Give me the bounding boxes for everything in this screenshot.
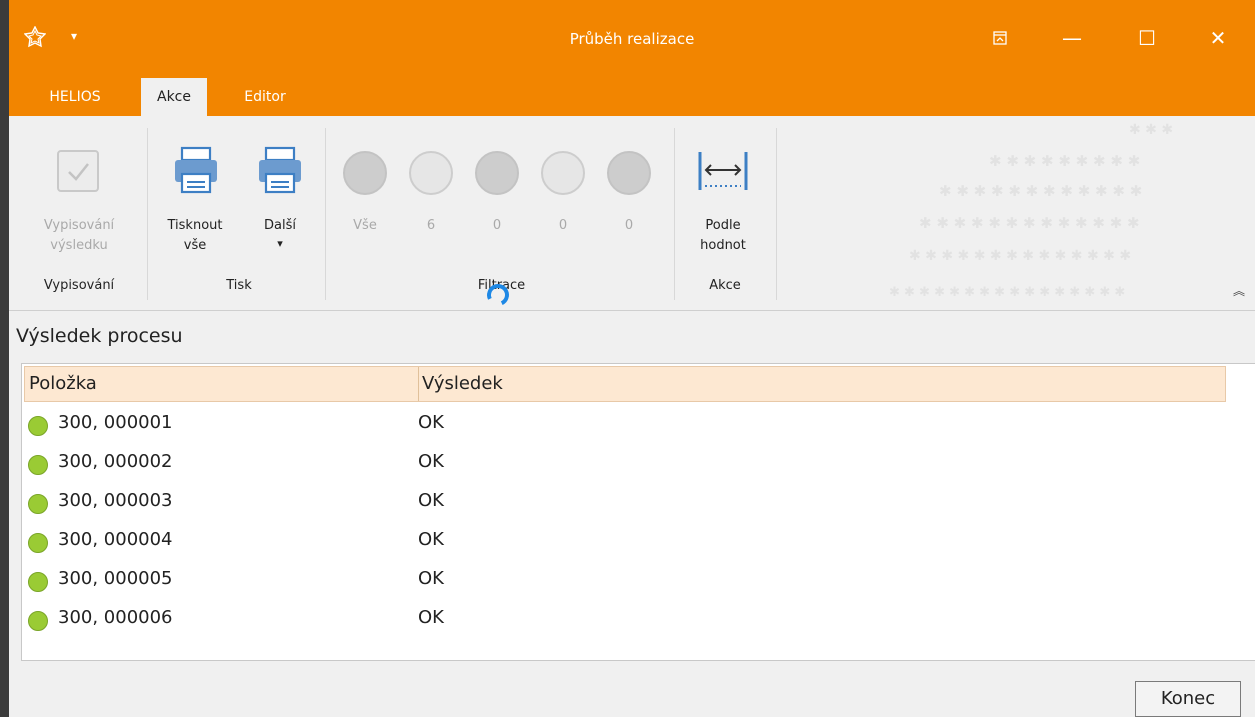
result-grid[interactable]: Položka Výsledek 300, 000001 OK 300, 000… [21,363,1255,661]
row-item: 300, 000005 [58,568,173,589]
printer-icon [175,146,217,194]
svg-text:✱ ✱ ✱ ✱ ✱ ✱ ✱ ✱ ✱: ✱ ✱ ✱ ✱ ✱ ✱ ✱ ✱ ✱ [989,152,1140,170]
status-ok-icon [28,416,48,436]
ribbon-display-button[interactable] [977,18,1023,58]
ribbon-divider [674,128,675,300]
checkbox-icon [57,150,99,192]
group-label-akce: Akce [709,278,741,293]
filter-other-circle-icon [607,151,651,195]
maximize-button[interactable]: ☐ [1124,18,1170,58]
print-all-label-2: vše [183,238,207,253]
column-width-icon [698,152,748,190]
row-result: OK [418,412,444,433]
panel-title: Výsledek procesu [16,325,183,347]
filter-all-label: Vše [353,218,377,233]
filter-warning-count: 0 [492,218,502,233]
filter-warning-circle-icon [475,151,519,195]
ribbon: ✱ ✱ ✱ ✱ ✱ ✱ ✱ ✱ ✱ ✱ ✱ ✱ ✱ ✱ ✱ ✱ ✱ ✱ ✱ ✱ … [9,116,1255,311]
minimize-button[interactable]: — [1049,18,1095,58]
filter-all-circle-icon [343,151,387,195]
table-row[interactable]: 300, 000002 OK [22,447,1252,486]
ribbon-tabs: HELIOS Akce Editor [9,78,1255,116]
ribbon-divider [325,128,326,300]
status-ok-icon [28,455,48,475]
chevron-down-icon: ▾ [277,237,283,250]
tab-helios[interactable]: HELIOS [27,78,123,116]
filter-ok-circle-icon [409,151,453,195]
status-ok-icon [28,572,48,592]
title-bar: ▾ Průběh realizace — ☐ ✕ [9,0,1255,78]
printer-icon [259,146,301,194]
status-ok-icon [28,533,48,553]
filter-ok-count: 6 [426,218,436,233]
row-item: 300, 000002 [58,451,173,472]
tab-akce[interactable]: Akce [141,78,207,116]
grid-header: Položka Výsledek [24,366,1226,402]
row-result: OK [418,529,444,550]
tab-editor[interactable]: Editor [231,78,299,116]
svg-text:✱ ✱ ✱ ✱ ✱ ✱ ✱ ✱ ✱ ✱ ✱ ✱ ✱: ✱ ✱ ✱ ✱ ✱ ✱ ✱ ✱ ✱ ✱ ✱ ✱ ✱ [919,214,1140,232]
row-item: 300, 000006 [58,607,173,628]
ribbon-display-icon [993,31,1007,45]
collapse-ribbon-icon[interactable]: ︽ [1233,282,1245,299]
ribbon-divider [776,128,777,300]
column-header-polozka[interactable]: Položka [29,367,97,401]
fit-by-values-label-2: hodnot [700,238,746,253]
vypisovani-label-1: Vypisování [43,218,115,233]
table-row[interactable]: 300, 000001 OK [22,408,1252,447]
fit-by-values-label-1: Podle [705,218,741,233]
table-row[interactable]: 300, 000005 OK [22,564,1252,603]
decorative-star-pattern: ✱ ✱ ✱ ✱ ✱ ✱ ✱ ✱ ✱ ✱ ✱ ✱ ✱ ✱ ✱ ✱ ✱ ✱ ✱ ✱ … [889,122,1173,300]
row-result: OK [418,568,444,589]
status-ok-icon [28,494,48,514]
group-label-tisk: Tisk [226,278,252,293]
svg-text:✱ ✱ ✱ ✱ ✱ ✱ ✱ ✱ ✱ ✱ ✱ ✱: ✱ ✱ ✱ ✱ ✱ ✱ ✱ ✱ ✱ ✱ ✱ ✱ [939,182,1142,200]
table-row[interactable]: 300, 000004 OK [22,525,1252,564]
more-print-label: Další [264,218,296,233]
row-item: 300, 000003 [58,490,173,511]
filter-error-count: 0 [558,218,568,233]
ribbon-divider [147,128,148,300]
window: ▾ Průběh realizace — ☐ ✕ HELIOS Akce Edi… [0,0,1255,717]
filter-error-circle-icon [541,151,585,195]
svg-text:✱ ✱ ✱ ✱ ✱ ✱ ✱ ✱ ✱ ✱ ✱ ✱ ✱ ✱: ✱ ✱ ✱ ✱ ✱ ✱ ✱ ✱ ✱ ✱ ✱ ✱ ✱ ✱ [909,248,1131,264]
row-result: OK [418,451,444,472]
row-result: OK [418,490,444,511]
filter-other-count: 0 [624,218,634,233]
svg-text:✱ ✱ ✱: ✱ ✱ ✱ [1129,122,1173,138]
konec-button[interactable]: Konec [1135,681,1241,717]
column-divider[interactable] [418,367,419,401]
table-row[interactable]: 300, 000006 OK [22,603,1252,642]
status-ok-icon [28,611,48,631]
row-item: 300, 000004 [58,529,173,550]
close-window-button[interactable]: ✕ [1195,18,1241,58]
group-label-vypisovani: Vypisování [43,278,115,293]
row-result: OK [418,607,444,628]
window-edge [0,0,9,717]
table-row[interactable]: 300, 000003 OK [22,486,1252,525]
column-header-vysledek[interactable]: Výsledek [422,367,503,401]
svg-text:✱ ✱ ✱ ✱ ✱ ✱ ✱ ✱ ✱ ✱ ✱ ✱ ✱ ✱ ✱: ✱ ✱ ✱ ✱ ✱ ✱ ✱ ✱ ✱ ✱ ✱ ✱ ✱ ✱ ✱ ✱ [889,285,1125,300]
print-all-label-1: Tisknout [167,218,223,233]
vypisovani-label-2: výsledku [50,238,108,253]
row-item: 300, 000001 [58,412,173,433]
